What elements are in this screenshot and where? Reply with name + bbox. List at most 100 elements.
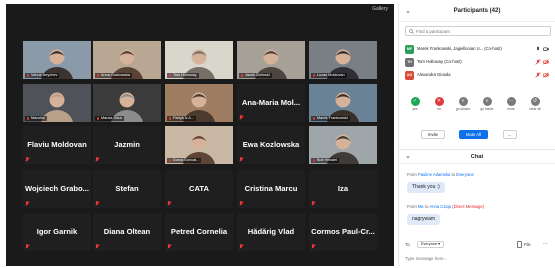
participant-tile[interactable]: Marek Frankowski	[309, 84, 377, 122]
participant-tile[interactable]: Bob Headel	[309, 126, 377, 164]
chat-recipient: Anna Czaja	[429, 204, 452, 209]
participant-tile[interactable]: Igor Garnik	[23, 213, 91, 251]
reaction-label: yes	[412, 107, 418, 111]
participant-search-input[interactable]	[416, 28, 546, 35]
participant-tile[interactable]: Tom Holloway	[165, 41, 233, 79]
side-panel: ⌄ Participants (42) MFMarek Frankowski, …	[398, 4, 555, 266]
mic-muted-icon	[240, 244, 243, 249]
mic-muted-icon	[26, 201, 29, 206]
x-icon: ✕	[434, 97, 444, 106]
participant-tile[interactable]: Diana Oltean	[93, 213, 161, 251]
participants-more-button[interactable]: ...	[503, 130, 517, 139]
participant-name-label: Marcela	[25, 116, 47, 121]
chat-compose-bar: To: Everyone ▾ File ...	[405, 240, 551, 249]
participant-tile[interactable]: Iza	[309, 170, 377, 208]
reaction-label: no	[437, 107, 441, 111]
file-button[interactable]: File	[524, 242, 531, 247]
participant-tile[interactable]: Anna Grabowska	[93, 41, 161, 79]
mic-muted-icon	[312, 201, 315, 206]
avatar: TH	[405, 58, 414, 67]
reaction-label: clear all	[529, 107, 541, 111]
participant-row[interactable]: TH Tom Holloway (Co-host)	[405, 57, 551, 68]
chat-message-header: From Me to Anna Czaja (Direct Message)	[407, 204, 484, 209]
participant-name-label: Venus Neychev	[25, 73, 60, 78]
reaction-clear-button[interactable]: ↺ clear all	[527, 97, 543, 111]
chat-message-input[interactable]	[405, 253, 551, 263]
mic-muted-icon	[96, 157, 99, 162]
reaction-check-button[interactable]: ✓ yes	[407, 97, 423, 111]
reaction-slower-button[interactable]: «go slower	[455, 97, 471, 111]
mic-muted-icon	[96, 201, 99, 206]
participant-tile[interactable]: Dorca Goncal...	[165, 126, 233, 164]
participant-name: Wojciech Grabo...	[25, 184, 89, 193]
participant-tile[interactable]: Patryk & A...	[165, 84, 233, 122]
file-icon[interactable]	[517, 241, 522, 248]
video-off-icon[interactable]	[543, 59, 549, 65]
mic-muted-icon	[240, 115, 243, 120]
mic-muted-icon[interactable]	[535, 72, 541, 78]
video-off-icon[interactable]	[543, 72, 549, 78]
chat-message-bubble: nagrywam	[407, 214, 441, 225]
reaction-more-button[interactable]: ⋯ more	[503, 97, 519, 111]
chat-more-button[interactable]: ...	[543, 240, 548, 247]
chat-message-header: From Pauline Adamska to Everyone	[407, 172, 474, 177]
participant-tile[interactable]: Ana-Maria Mol...	[237, 84, 305, 122]
participant-tile[interactable]: Wojciech Grabo...	[23, 170, 91, 208]
participant-name: Flaviu Moldovan	[27, 140, 87, 149]
participant-tile[interactable]: Flaviu Moldovan	[23, 126, 91, 164]
participant-tile[interactable]: Stefan	[93, 170, 161, 208]
clear-icon: ↺	[530, 97, 540, 106]
mic-muted-icon	[168, 201, 171, 206]
participant-tile[interactable]: Marcela	[23, 84, 91, 122]
reaction-faster-button[interactable]: » go faster	[479, 97, 495, 111]
mic-muted-icon	[26, 244, 29, 249]
participant-name: Petred Cornelia	[170, 227, 228, 236]
participant-tile[interactable]: Jazmin	[93, 126, 161, 164]
participant-name-label: Lucas Moldovan	[311, 73, 347, 78]
video-icon[interactable]	[543, 46, 549, 52]
participant-tile[interactable]: Cormos Paul-Cr...	[309, 213, 377, 251]
participant-name: Ewa Kozlowska	[242, 140, 300, 149]
participant-tile[interactable]: Hădărig Vlad	[237, 213, 305, 251]
participant-row[interactable]: AG Alexandra Gioada	[405, 70, 551, 81]
participant-row[interactable]: MF Marek Frankowski, Jagiellonian U... (C…	[405, 44, 551, 55]
reaction-x-button[interactable]: ✕ no	[431, 97, 447, 111]
participant-name: Alexandra Gioada	[417, 72, 451, 77]
chat-title: Chat	[470, 154, 484, 160]
participants-title: Participants (42)	[453, 8, 501, 14]
invite-button[interactable]: Invite	[421, 130, 446, 139]
participant-name: Marek Frankowski, Jagiellonian U... (Co-…	[417, 46, 502, 51]
participant-tile[interactable]: CATA	[165, 170, 233, 208]
recipient-select[interactable]: Everyone ▾	[417, 241, 445, 248]
chat-from-label: From	[407, 172, 418, 177]
participant-tile[interactable]: Ewa Kozlowska	[237, 126, 305, 164]
mic-icon[interactable]	[535, 46, 541, 52]
participant-tile[interactable]: Cristina Marcu	[237, 170, 305, 208]
mic-muted-icon	[240, 157, 243, 162]
participant-name: CATA	[189, 184, 209, 193]
mute-all-button[interactable]: Mute All	[459, 130, 488, 139]
chat-sender: Pauline Adamska	[417, 172, 451, 177]
participant-tile[interactable]: Lucas Moldovan	[309, 41, 377, 79]
participant-tile[interactable]: Marcia Silva	[93, 84, 161, 122]
slower-icon: «	[458, 97, 468, 106]
participant-name: Hădărig Vlad	[247, 227, 295, 236]
participant-name-label: Tom Holloway	[167, 73, 199, 78]
search-icon	[409, 29, 414, 34]
participant-search[interactable]	[405, 26, 551, 36]
participant-tile[interactable]: Venus Neychev	[23, 41, 91, 79]
participant-name: Cormos Paul-Cr...	[311, 227, 375, 236]
participant-tile[interactable]: Petred Cornelia	[165, 213, 233, 251]
participant-name: Tom Holloway (Co-host)	[417, 59, 462, 64]
mic-muted-icon	[240, 201, 243, 206]
participant-name-label: Marek Frankowski	[311, 116, 350, 121]
gallery-view-button[interactable]: Gallery	[372, 6, 388, 12]
participant-name: Cristina Marcu	[244, 184, 298, 193]
mic-muted-icon	[168, 244, 171, 249]
participant-tile[interactable]: Jacek Zielinski	[237, 41, 305, 79]
mic-muted-icon[interactable]	[535, 59, 541, 65]
faster-icon: »	[482, 97, 492, 106]
participant-name: Igor Garnik	[36, 227, 78, 236]
reaction-label: go slower	[455, 107, 471, 111]
check-icon: ✓	[410, 97, 420, 106]
